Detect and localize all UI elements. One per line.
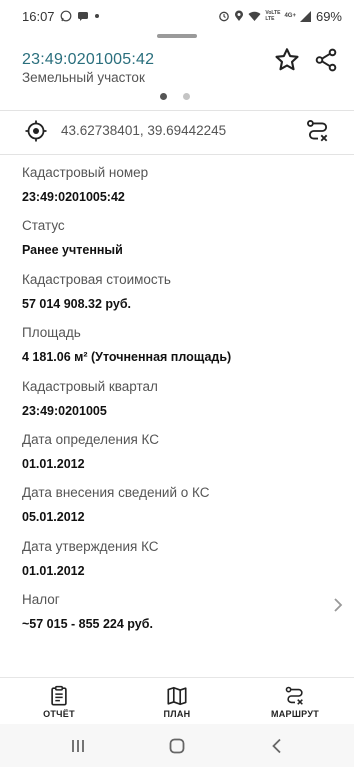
coordinates-row: 43.62738401, 39.69442245 bbox=[0, 110, 354, 154]
field-value: 57 014 908.32 руб. bbox=[22, 296, 132, 311]
home-button[interactable] bbox=[167, 736, 187, 756]
chevron-right-icon bbox=[334, 598, 343, 612]
field-valuation-date: Дата определения КС 01.01.2012 bbox=[22, 431, 332, 484]
star-icon bbox=[275, 48, 299, 71]
page-indicator bbox=[160, 93, 190, 100]
field-area: Площадь 4 181.06 м² (Уточненная площадь) bbox=[22, 324, 332, 377]
nav-label: ПЛАН bbox=[163, 709, 191, 719]
field-label: Статус bbox=[22, 218, 65, 234]
wifi-icon bbox=[248, 11, 261, 22]
status-bar: 16:07 VoLTE LTE 4G+ 69% bbox=[0, 0, 354, 32]
nav-route[interactable]: МАРШРУТ bbox=[255, 678, 335, 725]
field-value: 05.01.2012 bbox=[22, 510, 85, 525]
crosshair-icon bbox=[25, 120, 47, 142]
4g-icon: 4G+ bbox=[284, 12, 296, 19]
field-label: Налог bbox=[22, 592, 60, 608]
nav-plan[interactable]: ПЛАН bbox=[137, 678, 217, 725]
parcel-title: 23:49:0201005:42 bbox=[22, 51, 155, 68]
status-time: 16:07 bbox=[22, 8, 55, 24]
field-label: Кадастровая стоимость bbox=[22, 271, 171, 287]
field-cadastral-number: Кадастровый номер 23:49:0201005:42 bbox=[22, 164, 332, 217]
coordinates-text[interactable]: 43.62738401, 39.69442245 bbox=[61, 123, 226, 138]
field-label: Дата внесения сведений о КС bbox=[22, 485, 210, 501]
field-value: 23:49:0201005:42 bbox=[22, 190, 125, 204]
page-dot-active[interactable] bbox=[160, 93, 167, 100]
recent-apps-icon bbox=[72, 740, 84, 752]
signal-icon bbox=[299, 10, 312, 22]
nav-report[interactable]: ОТЧЁТ bbox=[19, 678, 99, 725]
field-cadastral-value: Кадастровая стоимость 57 014 908.32 руб. bbox=[22, 271, 332, 324]
parcel-type: Земельный участок bbox=[22, 70, 145, 85]
bottom-nav: ОТЧЁТ ПЛАН МАРШРУТ bbox=[0, 677, 354, 724]
recent-apps-button[interactable] bbox=[68, 736, 88, 756]
drag-handle[interactable] bbox=[157, 34, 197, 38]
field-status: Статус Ранее учтенный bbox=[22, 217, 332, 270]
location-icon bbox=[234, 10, 244, 22]
divider bbox=[0, 154, 354, 155]
map-icon bbox=[167, 686, 187, 706]
field-value: ~57 015 - 855 224 руб. bbox=[22, 617, 153, 632]
route-button[interactable] bbox=[305, 118, 331, 144]
nav-label: МАРШРУТ bbox=[270, 709, 320, 719]
field-tax[interactable]: Налог ~57 015 - 855 224 руб. bbox=[22, 591, 332, 644]
lte-label: LTE bbox=[265, 16, 275, 22]
whatsapp-icon bbox=[60, 10, 72, 22]
parcel-fields: Кадастровый номер 23:49:0201005:42 Стату… bbox=[22, 164, 332, 645]
field-label: Кадастровый квартал bbox=[22, 378, 158, 394]
field-value: 01.01.2012 bbox=[22, 563, 85, 578]
tax-details-button[interactable] bbox=[332, 596, 344, 614]
dot-icon bbox=[94, 13, 100, 19]
field-label: Кадастровый номер bbox=[22, 165, 149, 180]
field-approval-date: Дата утверждения КС 01.01.2012 bbox=[22, 538, 332, 591]
share-icon bbox=[315, 48, 337, 72]
field-value[interactable]: 23:49:0201005 bbox=[22, 403, 332, 420]
share-button[interactable] bbox=[313, 46, 339, 74]
battery-percent: 69% bbox=[315, 8, 342, 24]
report-icon bbox=[51, 685, 67, 706]
nav-label: ОТЧЁТ bbox=[43, 709, 75, 719]
field-label: Площадь bbox=[22, 325, 81, 341]
field-label: Дата утверждения КС bbox=[22, 538, 159, 554]
route-icon bbox=[285, 686, 303, 705]
locate-button[interactable] bbox=[24, 119, 48, 143]
field-value: Ранее учтенный bbox=[22, 243, 123, 258]
field-value: 4 181.06 м² (Уточненная площадь) bbox=[22, 350, 232, 365]
field-label: Дата определения КС bbox=[22, 431, 160, 447]
favorite-button[interactable] bbox=[273, 46, 301, 74]
field-cadastral-quarter: Кадастровый квартал 23:49:0201005 bbox=[22, 378, 332, 431]
alarm-icon bbox=[218, 10, 230, 22]
field-entry-date: Дата внесения сведений о КС 05.01.2012 bbox=[22, 484, 332, 537]
home-icon bbox=[169, 738, 185, 754]
volte-icon: VoLTE LTE bbox=[265, 10, 280, 22]
back-button[interactable] bbox=[267, 736, 287, 756]
page-dot[interactable] bbox=[183, 93, 190, 100]
back-icon bbox=[272, 738, 281, 754]
system-navigation-bar bbox=[0, 724, 354, 767]
chat-icon bbox=[77, 10, 89, 22]
route-icon bbox=[307, 120, 328, 142]
info-sheet: 23:49:0201005:42 Земельный участок 43.62… bbox=[0, 32, 354, 677]
field-value: 01.01.2012 bbox=[22, 456, 85, 471]
